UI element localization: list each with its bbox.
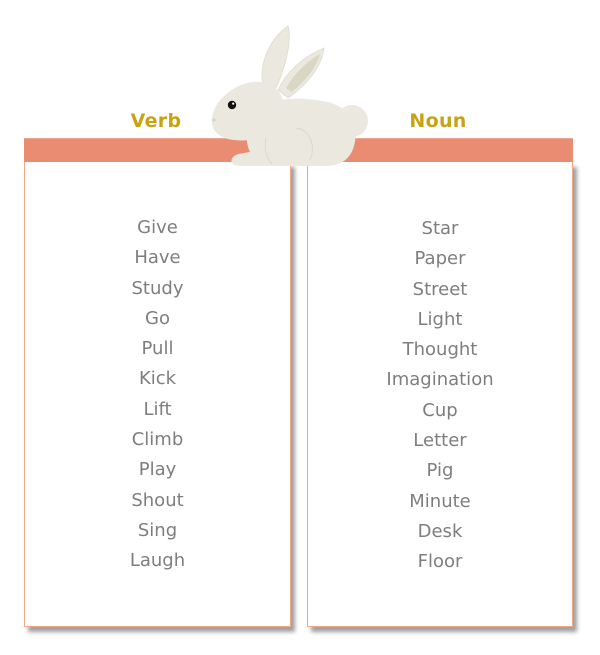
verb-column-title: Verb bbox=[130, 110, 182, 132]
rabbit-nose bbox=[212, 118, 216, 122]
list-item: Lift bbox=[143, 398, 172, 420]
rabbit-eye bbox=[227, 100, 237, 110]
list-item: Light bbox=[417, 308, 463, 330]
list-item: Cup bbox=[422, 399, 458, 421]
list-item: Pull bbox=[141, 338, 174, 360]
list-item: Desk bbox=[417, 520, 463, 542]
verb-list: Give Have Study Go Pull Kick Lift Climb … bbox=[25, 213, 290, 577]
list-item: Street bbox=[412, 278, 468, 300]
noun-column-title: Noun bbox=[409, 110, 467, 132]
list-item: Imagination bbox=[386, 369, 494, 391]
noun-list: Star Paper Street Light Thought Imaginat… bbox=[308, 214, 572, 578]
list-item: Give bbox=[137, 217, 178, 238]
list-item: Kick bbox=[138, 368, 177, 390]
rabbit-illustration bbox=[211, 25, 368, 166]
list-item: Pig bbox=[426, 460, 454, 482]
list-item: Climb bbox=[131, 429, 184, 451]
list-item: Thought bbox=[402, 339, 478, 361]
noun-card: Star Paper Street Light Thought Imaginat… bbox=[307, 162, 573, 627]
list-item: Paper bbox=[414, 248, 466, 270]
verb-card: Give Have Study Go Pull Kick Lift Climb … bbox=[24, 162, 291, 627]
list-item: Laugh bbox=[129, 550, 186, 572]
list-item: Play bbox=[138, 459, 177, 481]
list-item: Sing bbox=[137, 519, 178, 541]
list-item: Study bbox=[131, 277, 184, 299]
list-item: Floor bbox=[417, 551, 463, 573]
list-item: Letter bbox=[413, 430, 467, 452]
list-item: Minute bbox=[409, 490, 471, 512]
list-item: Have bbox=[134, 247, 181, 269]
list-item: Shout bbox=[131, 489, 184, 511]
list-item: Star bbox=[421, 218, 459, 239]
list-item: Go bbox=[145, 307, 170, 329]
